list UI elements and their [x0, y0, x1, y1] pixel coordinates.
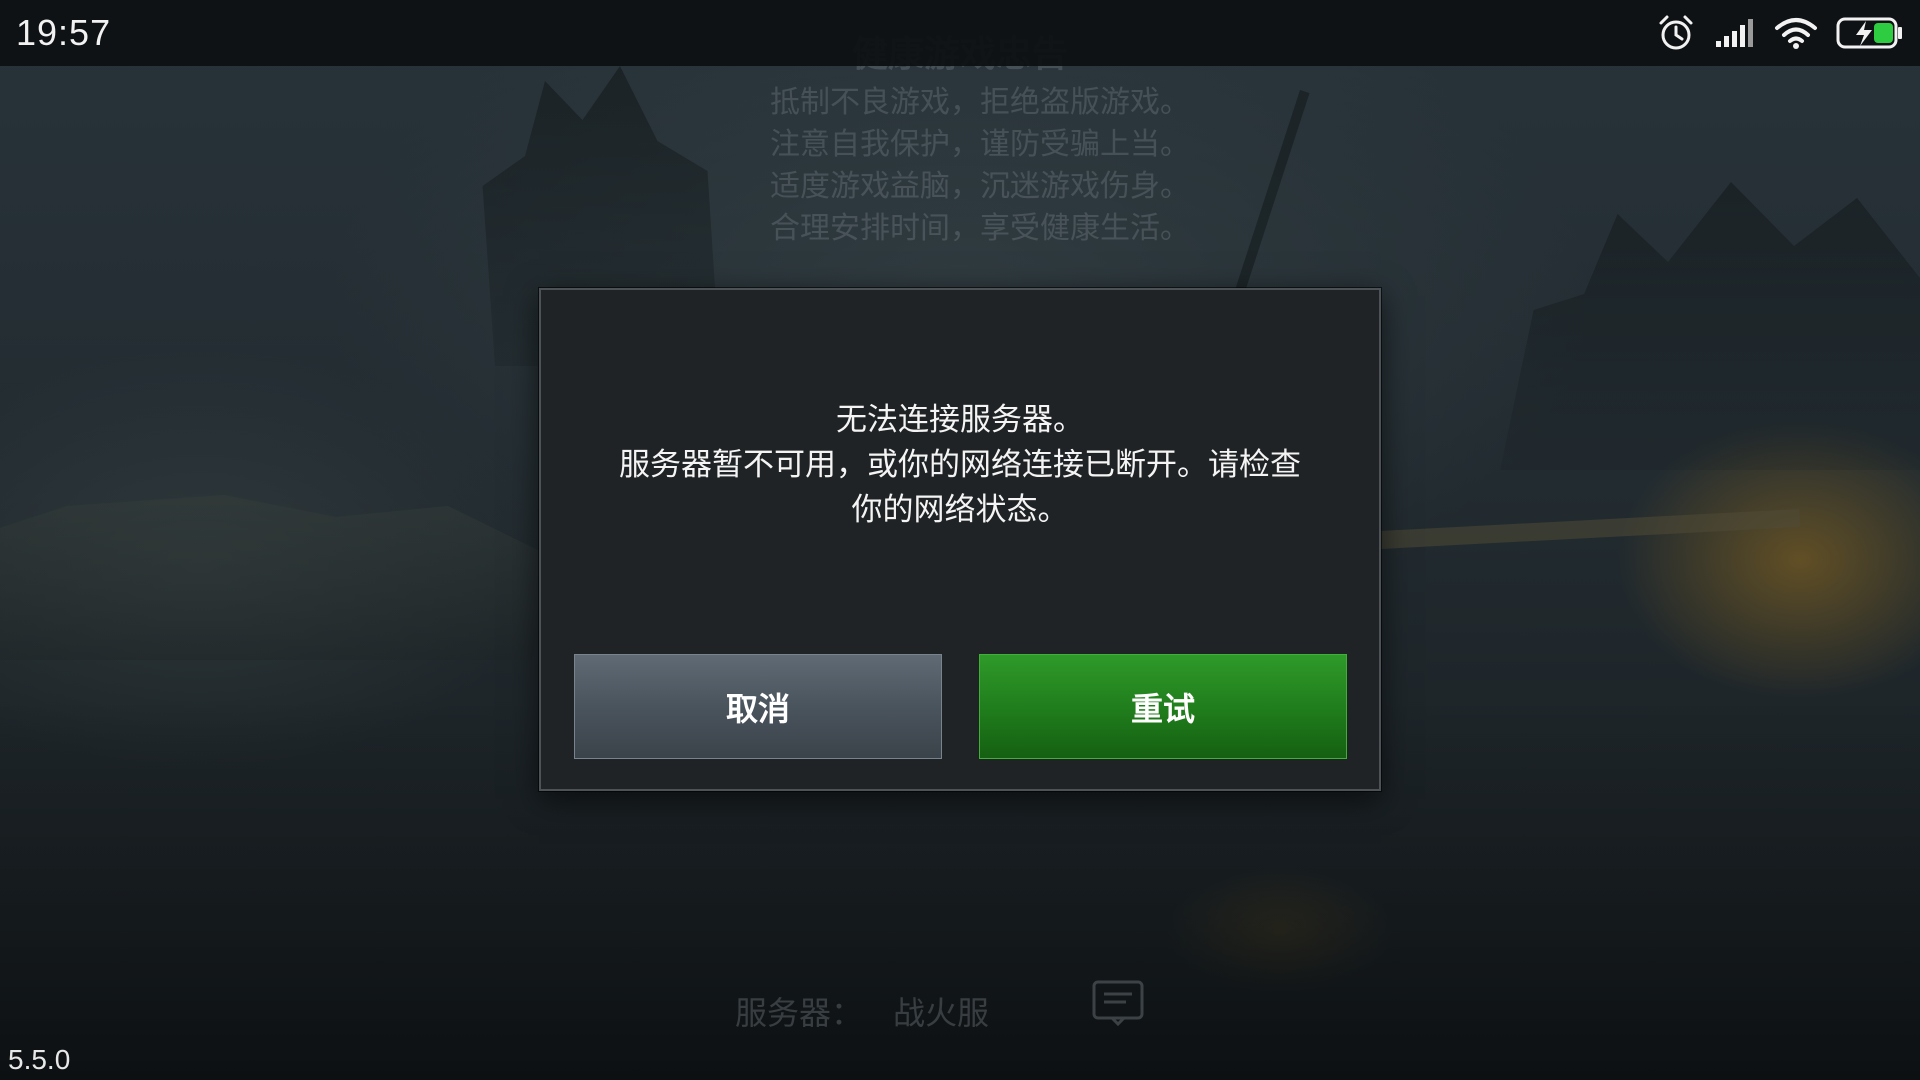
- retry-button-label: 重试: [1130, 689, 1195, 728]
- battery-charging-icon: [1836, 16, 1904, 50]
- dialog-message-line: 无法连接服务器。: [836, 402, 1084, 438]
- health-notice-line: 合理安排时间，享受健康生活。: [770, 211, 1190, 246]
- status-icons: [1656, 13, 1904, 53]
- cancel-button-label: 取消: [725, 689, 790, 728]
- background-tank-gun: [1379, 509, 1801, 549]
- status-bar: 19:57: [0, 0, 1920, 66]
- game-screen: 健康游戏忠告 抵制不良游戏，拒绝盗版游戏。 注意自我保护，谨防受骗上当。 适度游…: [0, 0, 1920, 1080]
- health-notice-line: 注意自我保护，谨防受骗上当。: [770, 127, 1190, 162]
- dialog-message-line: 你的网络状态。: [851, 492, 1069, 528]
- connection-error-dialog: 无法连接服务器。 服务器暂不可用，或你的网络连接已断开。请检查 你的网络状态。 …: [539, 288, 1381, 791]
- background-tank: [0, 495, 560, 660]
- dialog-message-line: 服务器暂不可用，或你的网络连接已断开。请检查: [619, 447, 1301, 483]
- health-notice-line: 适度游戏益脑，沉迷游戏伤身。: [770, 169, 1190, 204]
- status-time: 19:57: [16, 12, 112, 53]
- server-switch-icon: [1090, 978, 1146, 1027]
- server-label: 服务器：: [735, 994, 864, 1032]
- alarm-icon: [1656, 13, 1696, 53]
- cancel-button[interactable]: 取消: [574, 654, 942, 759]
- signal-icon: [1714, 17, 1756, 49]
- retry-button[interactable]: 重试: [979, 654, 1347, 759]
- health-notice-line: 抵制不良游戏，拒绝盗版游戏。: [770, 85, 1190, 120]
- server-name: 战火服: [893, 994, 990, 1032]
- version-label: 5.5.0: [8, 1044, 71, 1075]
- server-info: 服务器： 战火服: [735, 988, 989, 1034]
- dialog-message: 无法连接服务器。 服务器暂不可用，或你的网络连接已断开。请检查 你的网络状态。: [561, 398, 1359, 533]
- wifi-icon: [1774, 16, 1818, 50]
